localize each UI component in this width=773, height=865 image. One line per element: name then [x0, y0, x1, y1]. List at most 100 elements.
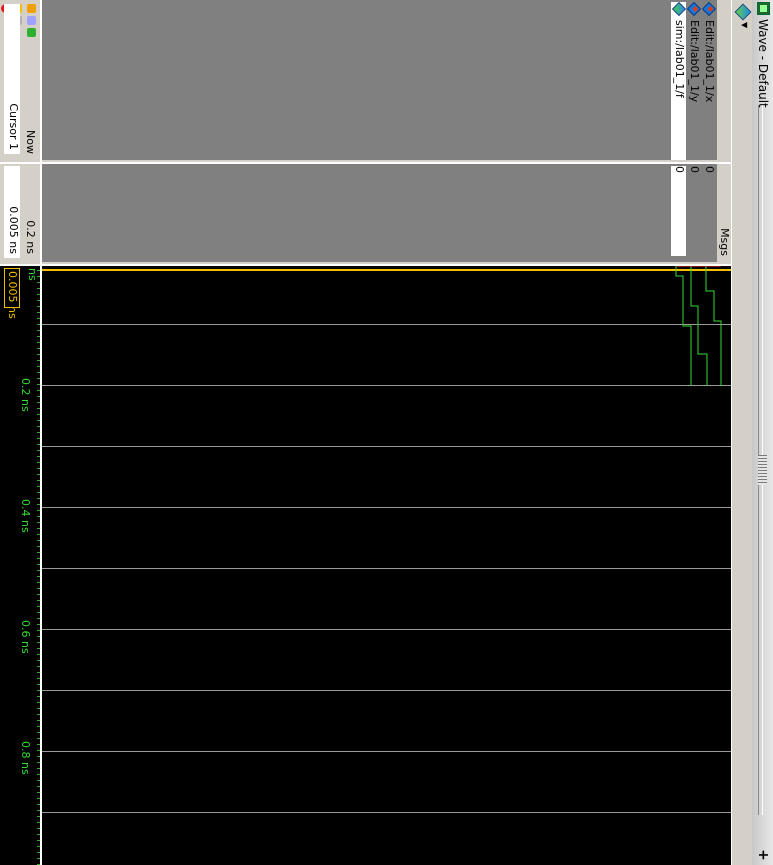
tick-mark	[37, 282, 40, 283]
tick-mark	[37, 396, 40, 397]
add-cursor-icon[interactable]	[27, 28, 36, 37]
tick-mark	[37, 594, 40, 595]
tick-mark	[37, 342, 40, 343]
cursor-marker[interactable]: 0.005 ns	[4, 268, 20, 319]
tick-label: 0.2 ns	[19, 378, 32, 412]
tick-mark	[37, 624, 40, 625]
tick-mark	[37, 270, 40, 271]
drag-handle[interactable]	[758, 455, 767, 485]
tick-mark	[37, 654, 40, 655]
msgs-header: Msgs	[717, 164, 731, 262]
zoom-icon[interactable]	[27, 16, 36, 25]
tick-mark	[37, 348, 40, 349]
tick-mark	[37, 486, 40, 487]
tick-mark	[37, 690, 40, 691]
tick-label: 0.4 ns	[19, 499, 32, 533]
signal-value: 0	[703, 166, 716, 173]
timeline-ruler[interactable]: ns 0.2 ns 0.4 ns 0.6 ns 0.8 ns 0.005 ns	[0, 264, 40, 865]
signal-name: Edit:/lab01_1/x	[703, 20, 716, 103]
tick-mark	[37, 306, 40, 307]
signal-name: sim:/lab01_1/f	[673, 20, 686, 98]
tick-mark	[37, 720, 40, 721]
tick-mark	[37, 792, 40, 793]
tick-mark	[37, 300, 40, 301]
tick-mark	[37, 696, 40, 697]
signal-name-header	[717, 0, 731, 160]
tick-mark	[37, 372, 40, 373]
tick-mark	[37, 450, 40, 451]
signal-row-selected[interactable]: sim:/lab01_1/f	[671, 1, 687, 160]
cursor-value[interactable]: 0.005 ns	[4, 166, 20, 258]
tick-mark	[37, 420, 40, 421]
tick-mark	[37, 648, 40, 649]
window-title: Wave - Default	[756, 19, 770, 108]
plus-icon[interactable]: +	[755, 848, 771, 862]
tick-mark	[37, 726, 40, 727]
page: Wave - Default + ▼ Edit:/lab01_1/x Edit:…	[0, 0, 773, 865]
tick-mark	[37, 774, 40, 775]
tick-mark	[37, 630, 40, 631]
tick-mark	[37, 462, 40, 463]
tick-mark	[37, 858, 40, 859]
tick-mark	[37, 294, 40, 295]
tick-mark	[37, 708, 40, 709]
wave-window: Wave - Default + ▼ Edit:/lab01_1/x Edit:…	[0, 0, 773, 865]
tick-mark	[37, 288, 40, 289]
tick-mark	[37, 438, 40, 439]
tick-mark	[37, 732, 40, 733]
tick-mark	[37, 816, 40, 817]
tick-mark	[37, 324, 40, 325]
tick-mark	[37, 780, 40, 781]
tick-mark	[37, 552, 40, 553]
tick-mark	[37, 828, 40, 829]
cursor-bar: Now Cursor 1 0.2 ns 0.005 ns ns 0.2 ns 0…	[0, 0, 42, 865]
tick-mark	[37, 570, 40, 571]
tick-mark	[37, 786, 40, 787]
wave-x	[705, 266, 722, 386]
signal-row[interactable]: Edit:/lab01_1/x	[701, 1, 717, 160]
tick-label: 0.8 ns	[19, 741, 32, 775]
tick-mark	[37, 606, 40, 607]
waveform-pane[interactable]	[42, 264, 731, 865]
tick-mark	[37, 414, 40, 415]
add-wave-icon[interactable]	[734, 3, 752, 21]
tick-mark	[37, 378, 40, 379]
tick-mark	[37, 366, 40, 367]
input-signal-icon	[701, 1, 717, 17]
cursor-values: 0.2 ns 0.005 ns	[0, 162, 40, 262]
wave-window-icon	[757, 2, 770, 15]
tick-mark	[37, 408, 40, 409]
wave-y	[690, 266, 708, 386]
signal-row[interactable]: Edit:/lab01_1/y	[686, 1, 702, 160]
tick-mark	[37, 618, 40, 619]
tick-mark	[37, 750, 40, 751]
lock-icon[interactable]	[27, 4, 36, 13]
tick-mark	[37, 336, 40, 337]
tick-mark	[37, 636, 40, 637]
tick-mark	[37, 660, 40, 661]
tick-mark	[37, 546, 40, 547]
tick-mark	[37, 744, 40, 745]
tick-mark	[37, 510, 40, 511]
tick-mark	[37, 474, 40, 475]
cursor-toolbar: Now Cursor 1	[0, 0, 40, 160]
tick-mark	[37, 840, 40, 841]
cursor-label[interactable]: Cursor 1	[4, 4, 20, 154]
tick-mark	[37, 516, 40, 517]
input-signal-icon	[686, 1, 702, 17]
waveform-traces	[42, 266, 731, 386]
tick-mark	[37, 432, 40, 433]
tick-mark	[37, 798, 40, 799]
tick-mark	[37, 522, 40, 523]
tick-mark	[37, 354, 40, 355]
title-bar[interactable]: Wave - Default +	[751, 0, 773, 865]
tick-mark	[37, 762, 40, 763]
tick-mark	[37, 810, 40, 811]
tick-mark	[37, 672, 40, 673]
tick-mark	[37, 360, 40, 361]
chevron-down-icon[interactable]: ▼	[740, 22, 749, 28]
tick-mark	[37, 678, 40, 679]
tick-mark	[37, 444, 40, 445]
tick-mark	[37, 852, 40, 853]
tick-mark	[37, 558, 40, 559]
